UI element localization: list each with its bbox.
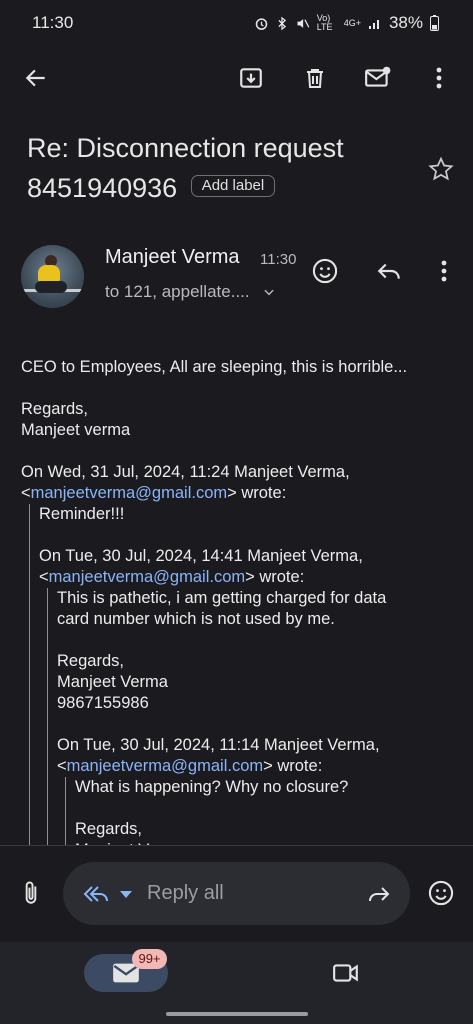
body-line: CEO to Employees, All are sleeping, this…	[21, 358, 408, 376]
body-signature: Manjeet verma	[21, 421, 131, 439]
email-link[interactable]: manjeetverma@gmail.com	[49, 568, 245, 586]
quote-text: What is happening? Why no closure?	[75, 778, 349, 796]
home-indicator[interactable]	[166, 1012, 308, 1016]
quote-header: On Wed, 31 Jul, 2024, 11:24 Manjeet Verm…	[21, 463, 350, 481]
quoted-message: This is pathetic, i am getting charged f…	[47, 588, 461, 861]
sender-name[interactable]: Manjeet Verma	[105, 246, 240, 269]
more-vert-icon	[441, 260, 447, 282]
unread-badge: 99+	[132, 949, 167, 969]
battery-icon	[430, 15, 439, 31]
emoji-button[interactable]	[421, 873, 461, 913]
mark-unread-button[interactable]	[358, 58, 398, 98]
forward-icon[interactable]	[366, 882, 392, 906]
reply-all-icon	[83, 885, 108, 902]
add-reaction-icon	[312, 258, 338, 284]
star-icon	[428, 156, 454, 181]
sent-time: 11:30	[260, 251, 297, 268]
attach-button[interactable]	[11, 873, 51, 913]
recipients-toggle[interactable]: to 121, appellate....	[105, 282, 276, 302]
toolbar	[0, 56, 473, 100]
subject-line-1: Re: Disconnection request	[27, 133, 344, 163]
add-label-chip[interactable]: Add label	[190, 174, 276, 197]
chevron-down-icon[interactable]	[119, 889, 133, 899]
video-camera-icon	[333, 964, 358, 982]
quote-attribution: <manjeetverma@gmail.com> wrote:	[21, 484, 287, 502]
archive-button[interactable]	[231, 58, 271, 98]
attachment-icon	[25, 881, 37, 904]
delete-icon	[307, 69, 323, 88]
bluetooth-icon	[278, 16, 286, 30]
more-vert-icon	[436, 67, 442, 89]
reply-icon	[377, 263, 400, 279]
quote-regards: Regards,	[57, 652, 124, 670]
emoji-icon	[428, 880, 454, 906]
back-button[interactable]	[16, 58, 56, 98]
body-regards: Regards,	[21, 400, 88, 418]
more-options-button[interactable]	[419, 58, 459, 98]
email-subject: Re: Disconnection request 8451940936 Add…	[27, 128, 427, 208]
reply-button[interactable]	[369, 251, 409, 291]
mute-icon	[297, 18, 310, 28]
quote-text: Reminder!!!	[39, 505, 125, 523]
quote-attribution: <manjeetverma@gmail.com> wrote:	[57, 757, 323, 775]
status-time: 11:30	[32, 13, 74, 32]
emoji-reaction-button[interactable]	[305, 251, 345, 291]
message-more-button[interactable]	[424, 251, 464, 291]
star-button[interactable]	[421, 149, 461, 189]
network-type: Vo) LTE	[316, 13, 333, 32]
reply-placeholder: Reply all	[147, 882, 224, 904]
battery-level: 38%	[388, 13, 423, 32]
delete-button[interactable]	[295, 58, 335, 98]
archive-icon	[240, 68, 262, 88]
quote-header: On Tue, 30 Jul, 2024, 14:41 Manjeet Verm…	[39, 547, 363, 565]
sender-avatar[interactable]	[21, 245, 84, 308]
quote-regards: Regards,	[75, 820, 142, 838]
wrote-text: > wrote:	[245, 568, 305, 586]
chevron-down-icon	[264, 289, 274, 296]
subject-line-2: 8451940936	[27, 173, 178, 203]
quote-phone: 9867155986	[57, 694, 149, 712]
signal-type: 4G+	[343, 18, 361, 28]
alarm-icon	[255, 17, 267, 30]
signal-icon	[368, 20, 379, 29]
wrote-text: > wrote:	[263, 757, 323, 775]
mark-unread-icon	[365, 66, 391, 87]
status-bar: 11:30 Vo) LTE 4G+ 38%	[0, 0, 473, 46]
quote-header: On Tue, 30 Jul, 2024, 11:14 Manjeet Verm…	[57, 736, 380, 754]
quote-attribution: <manjeetverma@gmail.com> wrote:	[39, 568, 305, 586]
quote-text: This is pathetic, i am getting charged f…	[57, 589, 387, 607]
reply-all-field[interactable]: Reply all	[63, 862, 410, 925]
recipients-text: to 121, appellate....	[105, 282, 250, 301]
email-link[interactable]: manjeetverma@gmail.com	[67, 757, 263, 775]
email-link[interactable]: manjeetverma@gmail.com	[31, 484, 227, 502]
quoted-message: Reminder!!! On Tue, 30 Jul, 2024, 14:41 …	[29, 504, 461, 861]
email-body: CEO to Employees, All are sleeping, this…	[21, 357, 461, 861]
quote-text: card number which is not used by me.	[57, 610, 335, 628]
quote-signature: Manjeet Verma	[57, 673, 168, 691]
arrow-back-icon	[25, 69, 45, 87]
status-icons: Vo) LTE 4G+ 38%	[254, 13, 439, 33]
wrote-text: > wrote:	[227, 484, 287, 502]
tab-meet[interactable]	[326, 953, 366, 993]
